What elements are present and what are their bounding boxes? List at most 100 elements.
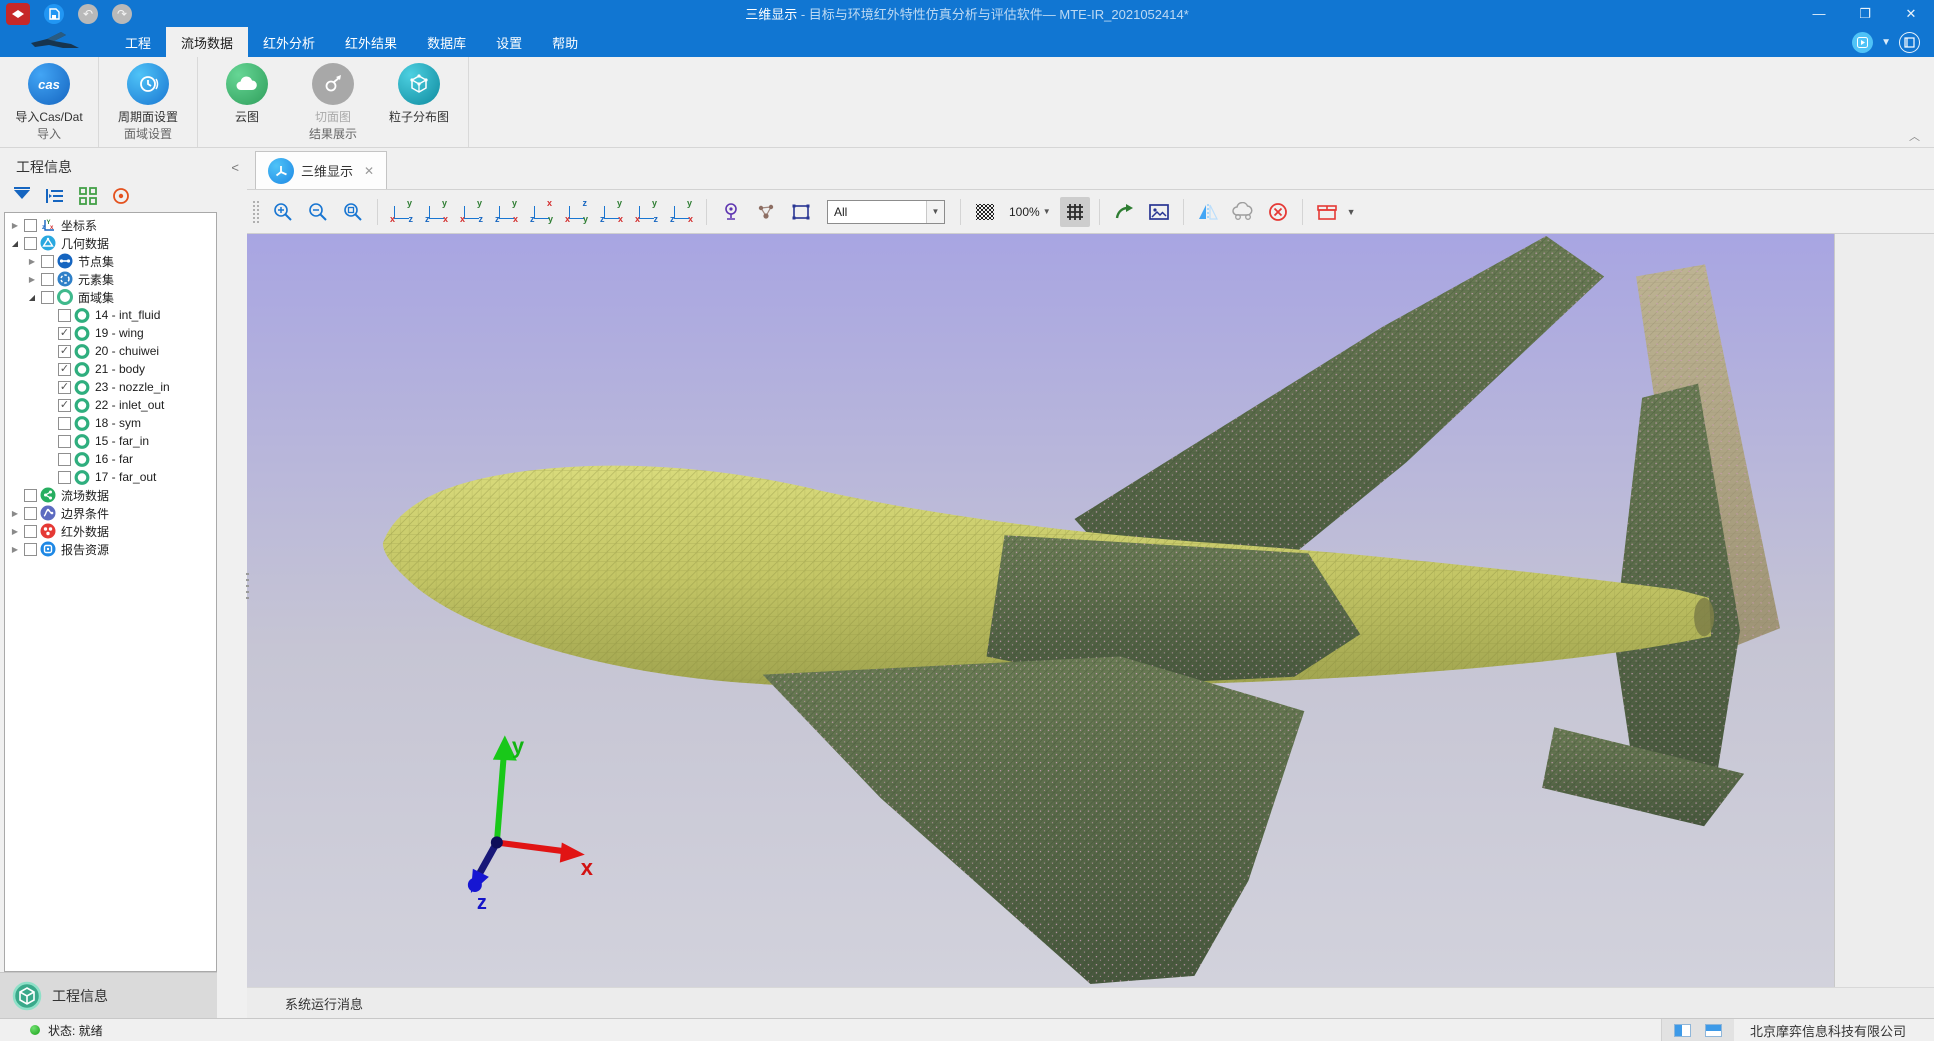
- tree-checkbox[interactable]: ✓: [58, 327, 71, 340]
- view-orientation-icon-5[interactable]: zxy: [562, 197, 592, 227]
- tab-3d-display[interactable]: 三维显示 ✕: [255, 151, 387, 189]
- particles-display-icon[interactable]: [751, 197, 781, 227]
- tree-item-label[interactable]: 节点集: [78, 253, 114, 270]
- tree-item-label[interactable]: 16 - far: [95, 452, 133, 466]
- tree-checkbox[interactable]: [58, 417, 71, 430]
- tree-item-label[interactable]: 21 - body: [95, 362, 145, 376]
- tree-item-16[interactable]: ▶边界条件: [5, 504, 216, 522]
- menu-item-2[interactable]: 红外分析: [248, 27, 330, 57]
- cancel-icon[interactable]: [1263, 197, 1293, 227]
- tree-checkbox[interactable]: ✓: [58, 363, 71, 376]
- tree-checkbox[interactable]: [24, 525, 37, 538]
- tree-item-12[interactable]: 15 - far_in: [5, 432, 216, 450]
- tree-checkbox[interactable]: [24, 237, 37, 250]
- tree-item-17[interactable]: ▶红外数据: [5, 522, 216, 540]
- layout-bottom-panel-icon[interactable]: [1705, 1024, 1722, 1037]
- ribbon-button-2-0[interactable]: 云图: [204, 59, 290, 125]
- zoom-percent-dropdown[interactable]: 100% ▼: [1005, 205, 1055, 219]
- help-book-icon[interactable]: [1899, 32, 1920, 53]
- tree-collapsed-icon[interactable]: ▶: [26, 257, 38, 266]
- ribbon-button-1-0[interactable]: 周期面设置: [105, 59, 191, 125]
- toolbar-drag-handle[interactable]: [253, 201, 259, 223]
- tree-item-2[interactable]: ▶ 节点集: [5, 252, 216, 270]
- tree-checkbox[interactable]: [41, 291, 54, 304]
- tree-checkbox[interactable]: [58, 471, 71, 484]
- tree-item-label[interactable]: 流场数据: [61, 487, 109, 504]
- mesh-grid-toggle-icon[interactable]: [1060, 197, 1090, 227]
- view-orientation-icon-4[interactable]: xzy: [527, 197, 557, 227]
- tree-item-4[interactable]: ◢ 面域集: [5, 288, 216, 306]
- view-orientation-icon-7[interactable]: yxz: [632, 197, 662, 227]
- mirror-icon[interactable]: [1193, 197, 1223, 227]
- menu-item-1[interactable]: 流场数据: [166, 27, 248, 57]
- tree-item-7[interactable]: ✓ 20 - chuiwei: [5, 342, 216, 360]
- view-orientation-icon-2[interactable]: yxz: [457, 197, 487, 227]
- ribbon-collapse-icon[interactable]: ︿: [1909, 128, 1920, 144]
- tree-checkbox[interactable]: [58, 435, 71, 448]
- chevron-down-icon[interactable]: ▼: [1881, 37, 1891, 48]
- zoom-in-icon[interactable]: [268, 197, 298, 227]
- tree-expanded-icon[interactable]: ◢: [26, 293, 38, 302]
- tree-item-11[interactable]: 18 - sym: [5, 414, 216, 432]
- box-select-icon[interactable]: [786, 197, 816, 227]
- combobox-arrow-icon[interactable]: ▼: [926, 201, 944, 223]
- tree-item-9[interactable]: ✓ 23 - nozzle_in: [5, 378, 216, 396]
- tree-checkbox[interactable]: [58, 309, 71, 322]
- tree-checkbox[interactable]: ✓: [58, 345, 71, 358]
- tree-item-label[interactable]: 23 - nozzle_in: [95, 380, 170, 394]
- menu-item-6[interactable]: 帮助: [537, 27, 593, 57]
- view-orientation-icon-8[interactable]: yzx: [667, 197, 697, 227]
- tree-item-label[interactable]: 17 - far_out: [95, 470, 156, 484]
- tree-item-label[interactable]: 元素集: [78, 271, 114, 288]
- layout-left-panel-icon[interactable]: [1674, 1024, 1691, 1037]
- view-orientation-icon-3[interactable]: yzx: [492, 197, 522, 227]
- tree-item-label[interactable]: 15 - far_in: [95, 434, 149, 448]
- menu-item-0[interactable]: 工程: [110, 27, 166, 57]
- tree-checkbox[interactable]: ✓: [58, 381, 71, 394]
- export-arrow-icon[interactable]: [1109, 197, 1139, 227]
- undo-button[interactable]: ↶: [78, 4, 98, 24]
- collapse-all-icon[interactable]: [43, 184, 67, 208]
- tree-item-label[interactable]: 面域集: [78, 289, 114, 306]
- display-filter-combobox[interactable]: All ▼: [827, 200, 945, 224]
- minimize-button[interactable]: —: [1796, 0, 1842, 27]
- app-icon[interactable]: [6, 3, 30, 25]
- tree-checkbox[interactable]: [24, 543, 37, 556]
- filter-icon[interactable]: [10, 184, 34, 208]
- tree-item-0[interactable]: ▶Yzx坐标系: [5, 216, 216, 234]
- tree-item-10[interactable]: ✓ 22 - inlet_out: [5, 396, 216, 414]
- opacity-dither-icon[interactable]: [970, 197, 1000, 227]
- tree-checkbox[interactable]: [24, 489, 37, 502]
- tree-item-label[interactable]: 22 - inlet_out: [95, 398, 164, 412]
- snapshot-icon[interactable]: [1144, 197, 1174, 227]
- tree-checkbox[interactable]: [24, 219, 37, 232]
- tree-checkbox[interactable]: [41, 255, 54, 268]
- panel-splitter-handle[interactable]: [244, 573, 251, 599]
- group-cloud-icon[interactable]: [1228, 197, 1258, 227]
- zoom-fit-icon[interactable]: [338, 197, 368, 227]
- grid-view-icon[interactable]: [76, 184, 100, 208]
- redo-button[interactable]: ↷: [112, 4, 132, 24]
- view-orientation-icon-0[interactable]: yxz: [387, 197, 417, 227]
- tree-collapsed-icon[interactable]: ▶: [9, 527, 21, 536]
- restore-button[interactable]: ❐: [1842, 0, 1888, 27]
- tree-item-label[interactable]: 18 - sym: [95, 416, 141, 430]
- tree-item-1[interactable]: ◢ 几何数据: [5, 234, 216, 252]
- panel-footer-button[interactable]: 工程信息: [0, 972, 217, 1018]
- tree-item-15[interactable]: 流场数据: [5, 486, 216, 504]
- tree-item-label[interactable]: 几何数据: [61, 235, 109, 252]
- tree-checkbox[interactable]: [41, 273, 54, 286]
- view-orientation-icon-6[interactable]: yzx: [597, 197, 627, 227]
- ribbon-button-2-2[interactable]: 粒子分布图: [376, 59, 462, 125]
- tree-expanded-icon[interactable]: ◢: [9, 239, 21, 248]
- tree-checkbox[interactable]: ✓: [58, 399, 71, 412]
- tree-checkbox[interactable]: [58, 453, 71, 466]
- menu-item-5[interactable]: 设置: [481, 27, 537, 57]
- menu-item-4[interactable]: 数据库: [412, 27, 481, 57]
- run-demo-icon[interactable]: [1852, 32, 1873, 53]
- package-tool-icon[interactable]: [1312, 197, 1342, 227]
- save-button[interactable]: [44, 4, 64, 24]
- tree-item-label[interactable]: 20 - chuiwei: [95, 344, 159, 358]
- viewport-3d[interactable]: y x z: [247, 234, 1835, 987]
- ribbon-button-0-0[interactable]: cas导入Cas/Dat: [6, 59, 92, 125]
